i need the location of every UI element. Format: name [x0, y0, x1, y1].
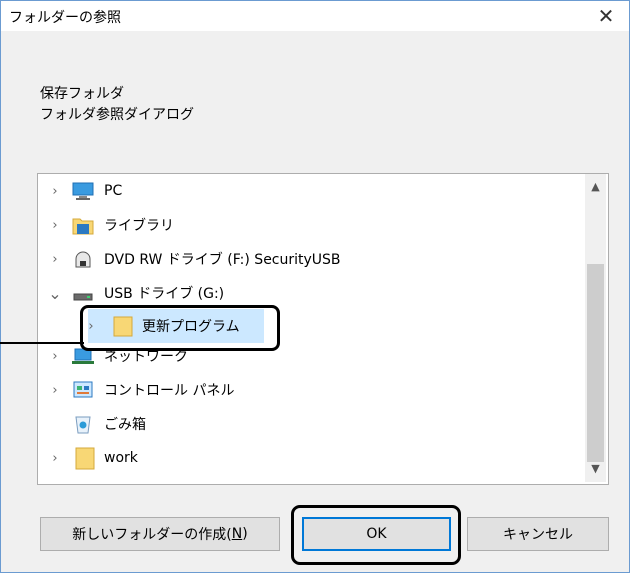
library-icon: [72, 215, 94, 235]
description-line-2: フォルダ参照ダイアログ: [40, 107, 194, 123]
new-folder-button[interactable]: 新しいフォルダーの作成(N): [40, 517, 280, 551]
recycle-bin-icon: [72, 414, 94, 434]
chevron-right-icon[interactable]: ›: [48, 218, 62, 233]
tree-item-dvd-drive[interactable]: › DVD RW ドライブ (F:) SecurityUSB: [38, 242, 586, 276]
tree-item-label: ライブラリ: [104, 218, 174, 234]
dialog-title: フォルダーの参照: [9, 10, 121, 26]
new-folder-label: 新しいフォルダーの作成(: [72, 527, 232, 543]
chevron-right-icon[interactable]: ›: [48, 184, 62, 199]
callout-box-ok: [291, 505, 461, 565]
cancel-button[interactable]: キャンセル: [467, 517, 609, 551]
scroll-up-icon[interactable]: ▲: [585, 180, 606, 193]
dialog-description: 保存フォルダ フォルダ参照ダイアログ: [40, 84, 194, 126]
tree-item-library[interactable]: › ライブラリ: [38, 208, 586, 242]
scroll-down-icon[interactable]: ▼: [585, 462, 606, 475]
tree-item-label: コントロール パネル: [104, 383, 235, 399]
chevron-right-icon[interactable]: ›: [48, 252, 62, 267]
folder-icon: [74, 446, 96, 470]
usb-drive-icon: [72, 283, 94, 303]
tree-scrollbar[interactable]: ▲ ▼: [585, 174, 606, 482]
control-panel-icon: [72, 380, 94, 400]
pc-icon: [72, 181, 94, 201]
new-folder-label-end: ): [242, 526, 248, 542]
scrollbar-thumb[interactable]: [587, 264, 604, 462]
description-line-1: 保存フォルダ: [40, 86, 124, 102]
tree-item-label: DVD RW ドライブ (F:) SecurityUSB: [104, 252, 341, 268]
tree-item-label: ごみ箱: [104, 417, 146, 433]
chevron-right-icon[interactable]: ›: [48, 383, 62, 398]
title-bar: フォルダーの参照 ✕: [1, 1, 629, 31]
chevron-right-icon[interactable]: ›: [48, 349, 62, 364]
tree-item-recycle-bin[interactable]: ごみ箱: [38, 407, 586, 441]
callout-box-folder: [80, 305, 280, 351]
dvd-drive-icon: [72, 249, 94, 269]
accelerator-key: N: [231, 526, 243, 542]
close-icon[interactable]: ✕: [583, 1, 629, 31]
tree-item-pc[interactable]: › PC: [38, 174, 586, 208]
chevron-right-icon[interactable]: ›: [48, 451, 62, 466]
tree-item-control-panel[interactable]: › コントロール パネル: [38, 373, 586, 407]
tree-item-label: work: [104, 450, 138, 466]
tree-item-work[interactable]: › work: [38, 441, 586, 475]
callout-line: [0, 342, 84, 344]
tree-item-label: PC: [104, 183, 123, 199]
tree-item-label: USB ドライブ (G:): [104, 286, 225, 302]
chevron-down-icon[interactable]: ⌄: [48, 284, 62, 303]
